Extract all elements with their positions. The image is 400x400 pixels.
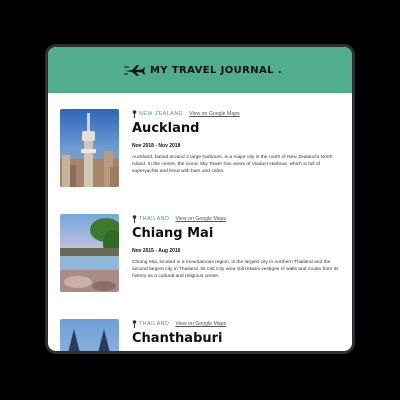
entry-photo-chanthaburi [60,319,119,351]
city-title: Auckland [132,121,200,136]
entry-details: THAILAND View on Google Maps Chiang Mai … [132,214,342,280]
entry-photo-auckland [60,109,119,187]
entry-details: NEW ZEALAND View on Google Maps Auckland… [132,109,342,175]
location-pin-icon [132,110,137,118]
google-maps-link[interactable]: View on Google Maps [189,111,240,117]
entry-details: THAILAND View on Google Maps Chanthaburi [132,319,342,347]
entry-meta: THAILAND View on Google Maps [132,319,342,329]
city-description: Auckland, based around 2 large harbours,… [132,155,333,174]
journal-entry: NEW ZEALAND View on Google Maps Auckland… [60,109,342,199]
journal-entries: NEW ZEALAND View on Google Maps Auckland… [48,93,352,351]
brand: MY TRAVEL JOURNAL . [123,63,283,77]
location-pin-icon [132,215,137,223]
app-window: MY TRAVEL JOURNAL . NEW ZEALAND View on … [45,44,355,354]
google-maps-link[interactable]: View on Google Maps [175,216,226,222]
entry-meta: NEW ZEALAND View on Google Maps [132,109,342,119]
journal-entry: THAILAND View on Google Maps Chanthaburi [60,319,342,351]
country-label: THAILAND [139,216,170,222]
header-bar: MY TRAVEL JOURNAL . [48,47,352,93]
airplane-icon [123,65,145,76]
city-title: Chiang Mai [132,226,214,241]
entry-meta: THAILAND View on Google Maps [132,214,342,224]
city-title: Chanthaburi [132,331,223,346]
entry-photo-chiang-mai [60,214,119,292]
city-description: Chiang Mai, located in a mountainous reg… [132,260,339,279]
google-maps-link[interactable]: View on Google Maps [175,321,226,327]
travel-dates: Nov 2018 - Nov 2018 [132,143,181,149]
location-pin-icon [132,320,137,328]
journal-entry: THAILAND View on Google Maps Chiang Mai … [60,214,342,304]
travel-dates: Nov 2015 - Aug 2016 [132,248,181,254]
country-label: NEW ZEALAND [139,111,184,117]
app-title: MY TRAVEL JOURNAL . [149,64,283,76]
country-label: THAILAND [139,321,170,327]
